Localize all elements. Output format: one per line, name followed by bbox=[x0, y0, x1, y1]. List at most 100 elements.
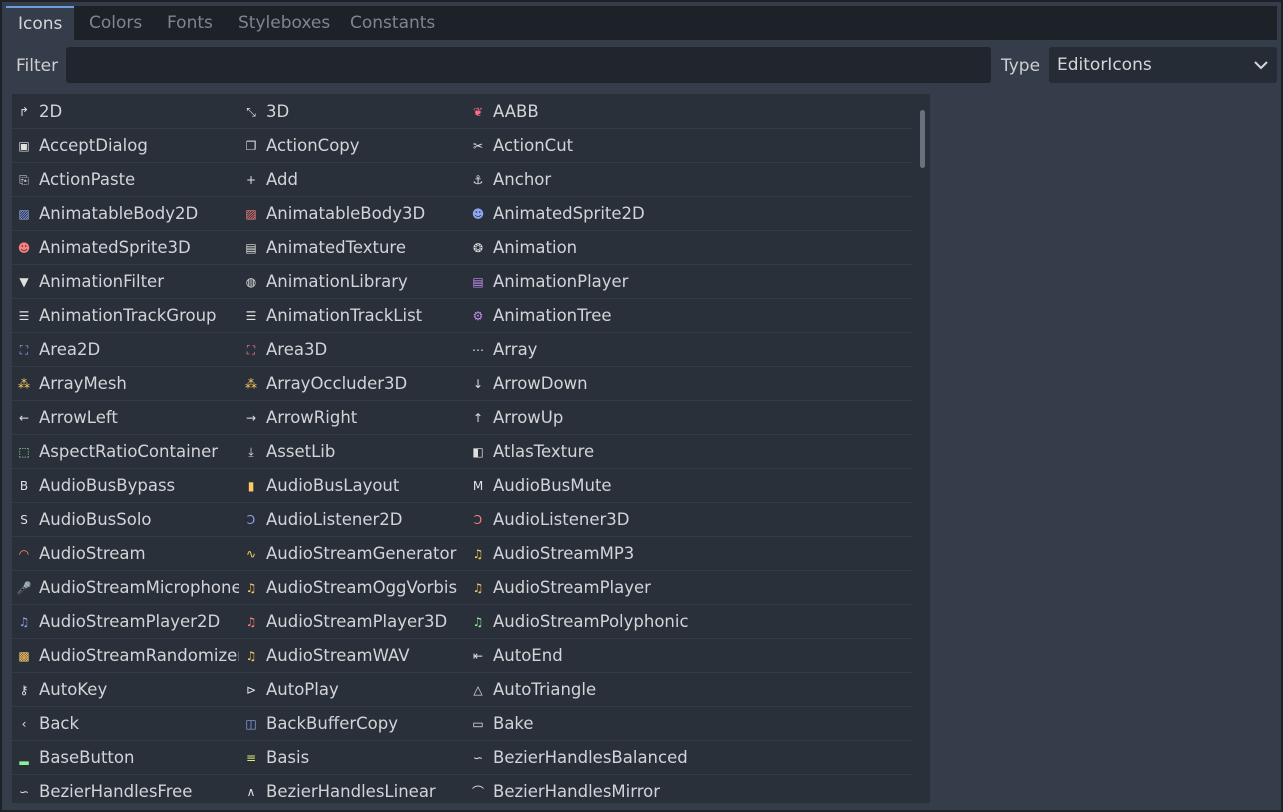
list-item[interactable]: ⛶ Area3D bbox=[239, 333, 466, 366]
bezier-linear-icon: ∧ bbox=[246, 784, 256, 799]
list-item[interactable]: ↱ 2D bbox=[12, 95, 239, 128]
list-item[interactable]: ⋯ Array bbox=[466, 333, 693, 366]
list-item[interactable]: ◍ AnimationLibrary bbox=[239, 265, 466, 298]
list-item[interactable]: 🎤 AudioStreamMicrophone bbox=[12, 571, 239, 604]
list-item[interactable]: + Add bbox=[239, 163, 466, 196]
list-item[interactable]: ‹ Back bbox=[12, 707, 239, 740]
list-item[interactable]: ∧ BezierHandlesLinear bbox=[239, 775, 466, 803]
list-item[interactable]: ⚓ Anchor bbox=[466, 163, 693, 196]
list-item[interactable]: ⎘ ActionPaste bbox=[12, 163, 239, 196]
list-item-label: Area3D bbox=[266, 340, 328, 359]
list-item[interactable]: ≡ Basis bbox=[239, 741, 466, 774]
list-item[interactable]: △ AutoTriangle bbox=[466, 673, 693, 706]
list-item-label: AudioBusLayout bbox=[266, 476, 400, 495]
list-item-label: BezierHandlesFree bbox=[39, 782, 193, 801]
list-item[interactable]: ☻ AnimatedSprite2D bbox=[466, 197, 693, 230]
scissors-icon: ✂ bbox=[472, 138, 484, 153]
list-item[interactable]: ⤡ 3D bbox=[239, 95, 466, 128]
list-item[interactable]: ❦ AABB bbox=[466, 95, 693, 128]
list-item[interactable]: ▨ AnimatableBody2D bbox=[12, 197, 239, 230]
list-row: ‹ Back ◫ BackBufferCopy ▭ Bake bbox=[12, 707, 912, 741]
tab-styleboxes[interactable]: Styleboxes bbox=[226, 6, 342, 40]
list-row: ♫ AudioStreamPlayer2D ♫ AudioStreamPlayer3D… bbox=[12, 605, 912, 639]
list-item-label: AcceptDialog bbox=[39, 136, 148, 155]
list-item-label: AudioStream bbox=[39, 544, 146, 563]
list-item[interactable]: ▩ AudioStreamRandomizer bbox=[12, 639, 239, 672]
list-item[interactable]: B AudioBusBypass bbox=[12, 469, 239, 502]
list-item[interactable]: → ArrowRight bbox=[239, 401, 466, 434]
list-item[interactable]: ♫ AudioStreamPlayer3D bbox=[239, 605, 466, 638]
list-item[interactable]: ⁂ ArrayOccluder3D bbox=[239, 367, 466, 400]
list-item-label: ArrowRight bbox=[266, 408, 358, 427]
list-item[interactable]: ☻ AnimatedSprite3D bbox=[12, 231, 239, 264]
list-item[interactable]: ♫ AudioStreamMP3 bbox=[466, 537, 693, 570]
list-item[interactable]: ← ArrowLeft bbox=[12, 401, 239, 434]
list-item-label: AABB bbox=[493, 102, 539, 121]
list-row: ☰ AnimationTrackGroup ☰ AnimationTrackList ⚙… bbox=[12, 299, 912, 333]
type-dropdown[interactable]: EditorIcons bbox=[1049, 47, 1277, 83]
list-item[interactable]: ⤓ AssetLib bbox=[239, 435, 466, 468]
arrow-right-icon: → bbox=[245, 410, 257, 425]
list-item[interactable]: ▼ AnimationFilter bbox=[12, 265, 239, 298]
area3d-icon: ⛶ bbox=[246, 342, 256, 357]
tab-constants[interactable]: Constants bbox=[338, 6, 447, 40]
list-item[interactable]: ▂ BaseButton bbox=[12, 741, 239, 774]
tab-fonts[interactable]: Fonts bbox=[155, 6, 225, 40]
list-item[interactable]: S AudioBusSolo bbox=[12, 503, 239, 536]
list-item[interactable]: Ↄ AudioListener3D bbox=[466, 503, 693, 536]
list-item[interactable]: ↓ ArrowDown bbox=[466, 367, 693, 400]
list-item-label: AudioListener3D bbox=[493, 510, 630, 529]
list-item[interactable]: ⬚ AspectRatioContainer bbox=[12, 435, 239, 468]
list-scrollbar[interactable] bbox=[918, 106, 928, 796]
list-item[interactable]: ♫ AudioStreamPlayer bbox=[466, 571, 693, 604]
list-row: ▂ BaseButton ≡ Basis ∽ BezierHandlesBalanced bbox=[12, 741, 912, 775]
list-item[interactable]: ▮ AudioBusLayout bbox=[239, 469, 466, 502]
list-item[interactable]: ▤ AnimatedTexture bbox=[239, 231, 466, 264]
list-item[interactable]: ◧ AtlasTexture bbox=[466, 435, 693, 468]
list-item[interactable]: ⚙ AnimationTree bbox=[466, 299, 693, 332]
list-item[interactable]: ♫ AudioStreamPlayer2D bbox=[12, 605, 239, 638]
list-item[interactable]: ⚷ AutoKey bbox=[12, 673, 239, 706]
list-item[interactable]: ✂ ActionCut bbox=[466, 129, 693, 162]
list-item[interactable]: M AudioBusMute bbox=[466, 469, 693, 502]
list-item[interactable]: ∿ AudioStreamGenerator bbox=[239, 537, 466, 570]
list-item[interactable]: ⇤ AutoEnd bbox=[466, 639, 693, 672]
scrollbar-thumb[interactable] bbox=[920, 110, 925, 168]
list-item[interactable]: ❂ Animation bbox=[466, 231, 693, 264]
list-item[interactable]: ❐ ActionCopy bbox=[239, 129, 466, 162]
list-item[interactable]: ∽ BezierHandlesBalanced bbox=[466, 741, 693, 774]
list-item[interactable]: ⊳ AutoPlay bbox=[239, 673, 466, 706]
list-item[interactable]: ▭ Bake bbox=[466, 707, 693, 740]
list-item[interactable]: ▨ AnimatableBody3D bbox=[239, 197, 466, 230]
list-item-label: AtlasTexture bbox=[493, 442, 595, 461]
list-item[interactable]: ▤ AnimationPlayer bbox=[466, 265, 693, 298]
list-item[interactable]: ▣ AcceptDialog bbox=[12, 129, 239, 162]
list-item[interactable]: ☰ AnimationTrackList bbox=[239, 299, 466, 332]
triangle-icon: △ bbox=[473, 682, 483, 697]
wave-icon: ∿ bbox=[245, 546, 257, 561]
basis-icon: ≡ bbox=[245, 750, 257, 765]
list-item-label: AutoTriangle bbox=[493, 680, 597, 699]
back-icon: ‹ bbox=[21, 716, 27, 731]
icon-list[interactable]: ↱ 2D ⤡ 3D ❦ AABB ▣ AcceptDialog ❐ ActionCopy ✂ Acti… bbox=[12, 94, 930, 803]
tab-colors[interactable]: Colors bbox=[77, 6, 154, 40]
list-item[interactable]: ↑ ArrowUp bbox=[466, 401, 693, 434]
list-item[interactable]: ⌒ BezierHandlesMirror bbox=[466, 775, 693, 803]
list-item[interactable]: ⁂ ArrayMesh bbox=[12, 367, 239, 400]
list-item[interactable]: ♫ AudioStreamWAV bbox=[239, 639, 466, 672]
list-item[interactable]: ♫ AudioStreamOggVorbis bbox=[239, 571, 466, 604]
bezier-icon: ∽ bbox=[472, 750, 484, 765]
list-item[interactable]: ⛶ Area2D bbox=[12, 333, 239, 366]
bezier-mirror-icon: ⌒ bbox=[471, 784, 484, 799]
list-item-label: AnimatableBody3D bbox=[266, 204, 426, 223]
list-item[interactable]: ♫ AudioStreamPolyphonic bbox=[466, 605, 693, 638]
list-item[interactable]: ◠ AudioStream bbox=[12, 537, 239, 570]
filter-input[interactable] bbox=[66, 47, 991, 83]
list-item-label: ArrowUp bbox=[493, 408, 564, 427]
plus-icon: + bbox=[245, 172, 257, 187]
list-item[interactable]: ◫ BackBufferCopy bbox=[239, 707, 466, 740]
list-item[interactable]: Ↄ AudioListener2D bbox=[239, 503, 466, 536]
list-item[interactable]: ∽ BezierHandlesFree bbox=[12, 775, 239, 803]
list-item[interactable]: ☰ AnimationTrackGroup bbox=[12, 299, 239, 332]
tab-icons[interactable]: Icons bbox=[6, 6, 74, 40]
